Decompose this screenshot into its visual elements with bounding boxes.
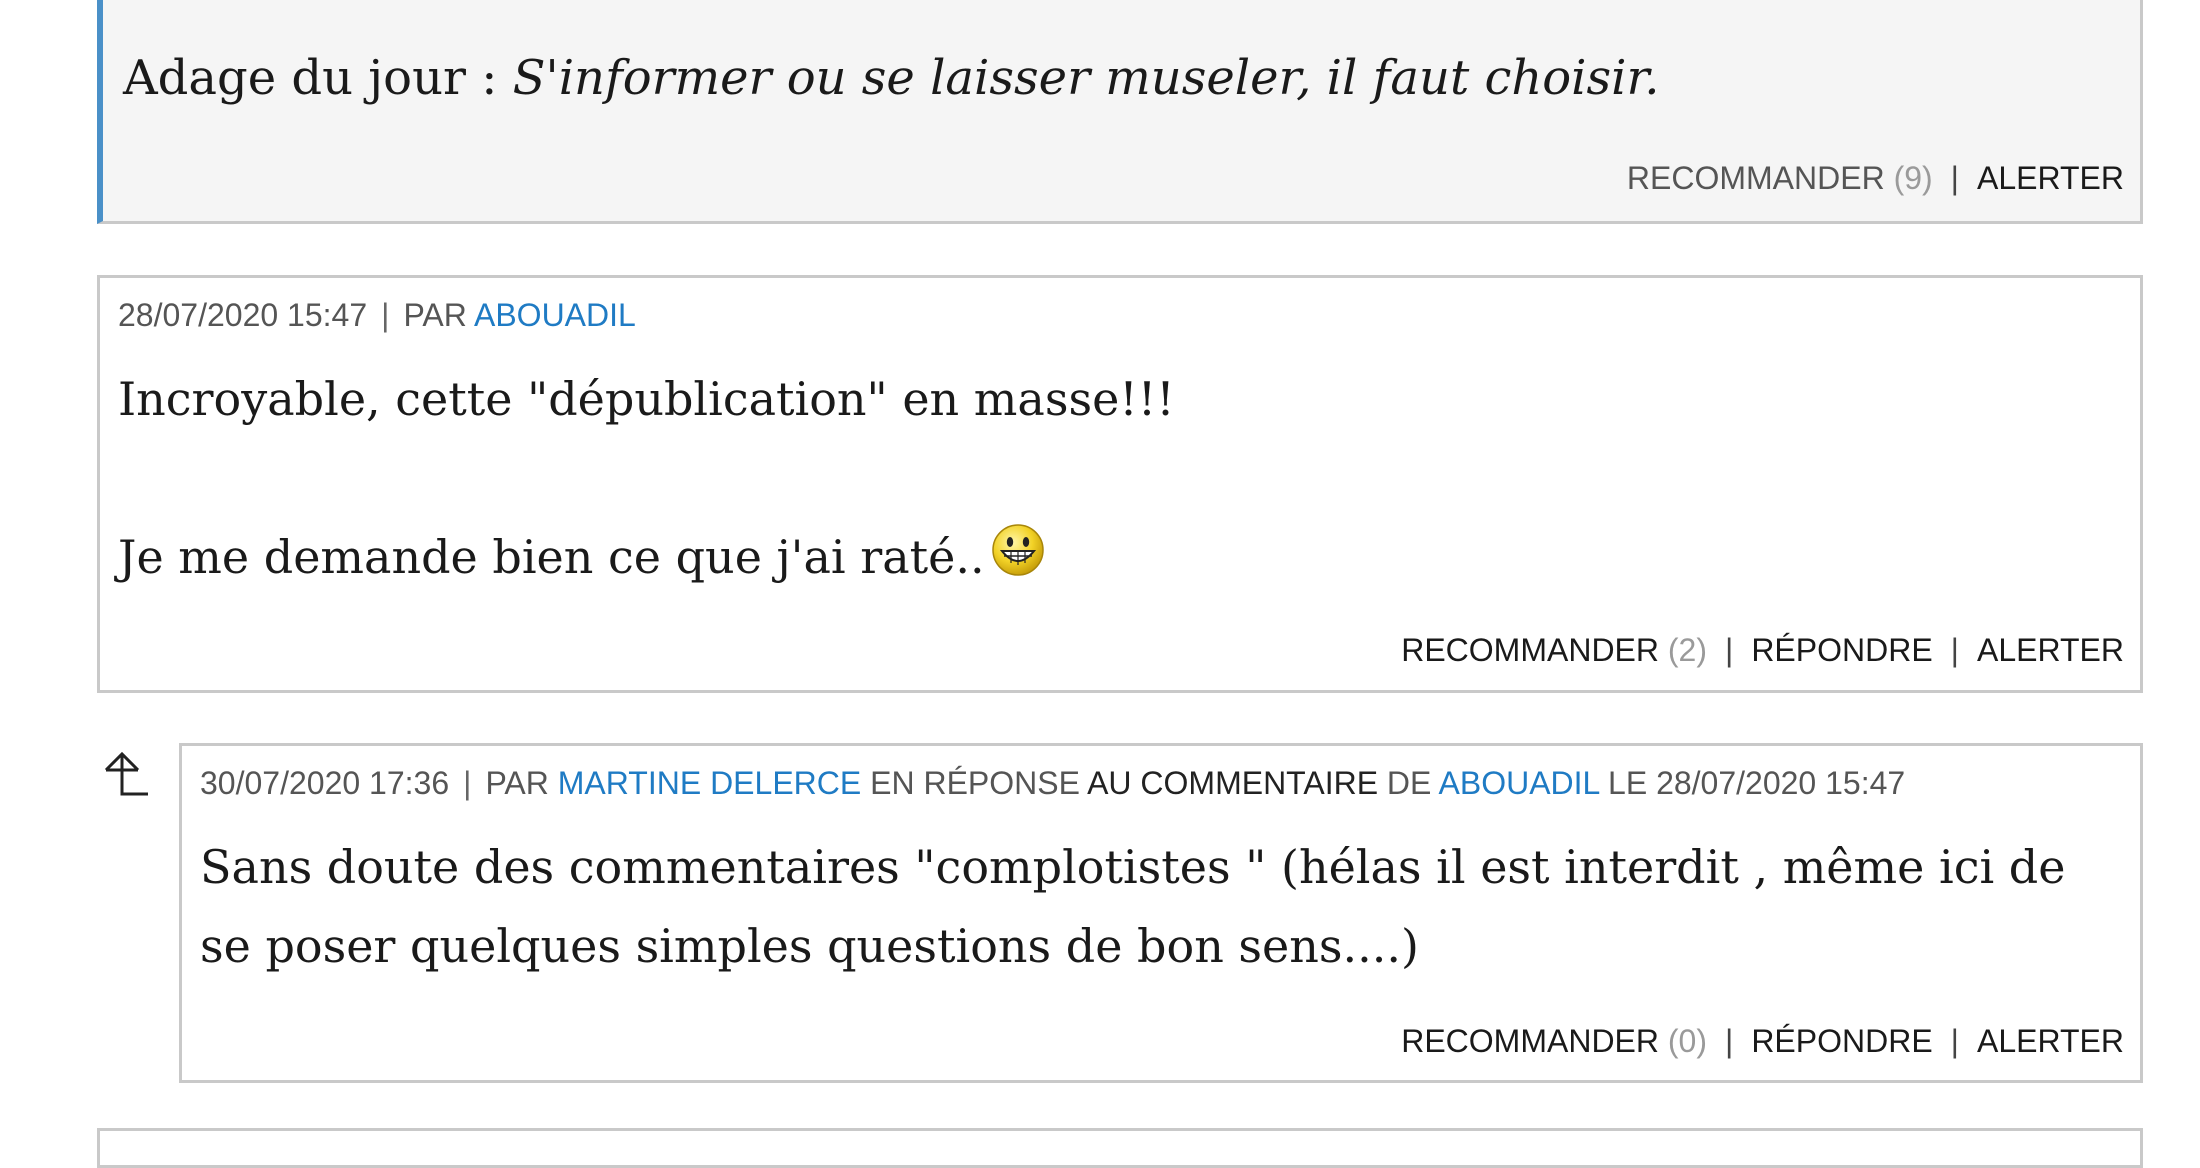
parent-comment-link[interactable]: AU COMMENTAIRE: [1087, 765, 1378, 801]
recommend-button[interactable]: RECOMMANDER (9): [1627, 160, 1933, 196]
comment-body: Adage du jour : S'informer ou se laisser…: [123, 39, 2100, 118]
by-label: PAR: [403, 297, 467, 333]
alert-button[interactable]: ALERTER: [1977, 632, 2124, 668]
comment-actions: RECOMMANDER (0) | RÉPONDRE | ALERTER: [1401, 1021, 2124, 1061]
adage-prefix: Adage du jour :: [123, 50, 513, 106]
recommend-count: (0): [1667, 1023, 1707, 1059]
recommend-button[interactable]: RECOMMANDER (2): [1401, 632, 1707, 668]
parent-comment-date: 28/07/2020 15:47: [1656, 765, 1906, 801]
comment-actions: RECOMMANDER (9) | ALERTER: [1627, 158, 2124, 198]
reply-arrow-icon: [104, 751, 148, 796]
recommend-label: RECOMMANDER: [1401, 1023, 1659, 1059]
action-separator: |: [1950, 1023, 1959, 1059]
reply-button[interactable]: RÉPONDRE: [1751, 1023, 1932, 1059]
comment-paragraph: Incroyable, cette "dépublication" en mas…: [118, 372, 1175, 426]
reply-button[interactable]: RÉPONDRE: [1751, 632, 1932, 668]
parent-author-link[interactable]: ABOUADIL: [1439, 765, 1600, 801]
grinning-smiley-icon: [991, 522, 1045, 576]
comment-card: 28/07/2020 15:47 | PAR ABOUADIL Incroyable…: [97, 275, 2143, 693]
comment-body: Sans doute des commentaires "complotiste…: [200, 840, 2066, 973]
in-reply-label: EN RÉPONSE: [870, 765, 1080, 801]
comment-meta: 28/07/2020 15:47 | PAR ABOUADIL: [118, 295, 636, 335]
comment-date: 30/07/2020 17:36: [200, 765, 450, 801]
meta-separator: |: [463, 765, 472, 801]
recommend-label: RECOMMANDER: [1401, 632, 1659, 668]
author-link[interactable]: MARTINE DELERCE: [558, 765, 861, 801]
alert-button[interactable]: ALERTER: [1977, 1023, 2124, 1059]
of-label: DE: [1386, 765, 1432, 801]
action-separator: |: [1950, 632, 1959, 668]
action-separator: |: [1725, 632, 1734, 668]
adage-quote: S'informer ou se laisser museler, il fau…: [512, 50, 1660, 106]
alert-button[interactable]: ALERTER: [1977, 160, 2124, 196]
comment-actions: RECOMMANDER (2) | RÉPONDRE | ALERTER: [1401, 630, 2124, 670]
comment-card: [97, 1128, 2143, 1168]
comment-card: Adage du jour : S'informer ou se laisser…: [97, 0, 2143, 224]
recommend-count: (9): [1893, 160, 1933, 196]
comment-date: 28/07/2020 15:47: [118, 297, 368, 333]
by-label: PAR: [485, 765, 549, 801]
recommend-button[interactable]: RECOMMANDER (0): [1401, 1023, 1707, 1059]
recommend-label: RECOMMANDER: [1626, 160, 1885, 196]
author-link[interactable]: ABOUADIL: [474, 297, 636, 333]
on-label: LE: [1608, 765, 1648, 801]
comment-paragraph: Je me demande bien ce que j'ai raté..: [118, 518, 2100, 597]
reply-comment-card: 30/07/2020 17:36 | PAR MARTINE DELERCE EN …: [179, 743, 2143, 1083]
action-separator: |: [1950, 160, 1959, 196]
recommend-count: (2): [1667, 632, 1707, 668]
action-separator: |: [1725, 1023, 1734, 1059]
comment-paragraph-text: Je me demande bien ce que j'ai raté..: [118, 530, 985, 584]
meta-separator: |: [381, 297, 390, 333]
comment-meta: 30/07/2020 17:36 | PAR MARTINE DELERCE EN …: [200, 763, 1905, 803]
